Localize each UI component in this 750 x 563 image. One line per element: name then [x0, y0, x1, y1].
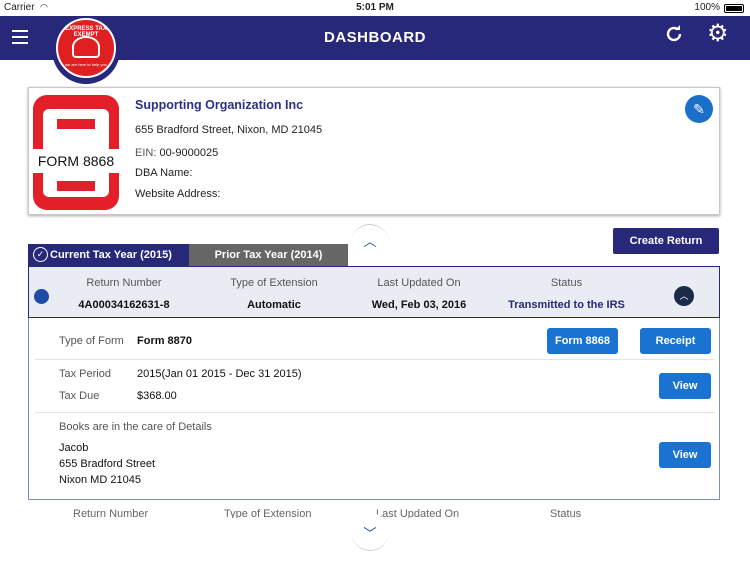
header-status: Status [550, 277, 583, 289]
organization-card: FORM 8868 Supporting Organization Inc 65… [28, 87, 720, 215]
books-street: 655 Bradford Street [59, 458, 156, 470]
form-document-icon: FORM 8868 [33, 95, 119, 210]
battery-percentage: 100% [694, 2, 720, 13]
organization-name: Supporting Organization Inc [135, 98, 304, 112]
check-circle-icon: ✓ [33, 247, 48, 262]
return-number: 4A00034162631-8 [78, 299, 170, 311]
status-badge: Transmitted to the IRS [508, 299, 625, 311]
type-of-form-label: Type of Form [59, 335, 124, 347]
header-last-updated: Last Updated On [377, 277, 461, 289]
tab-current-tax-year[interactable]: ✓ Current Tax Year (2015) [28, 244, 189, 266]
form-icon-label: FORM 8868 [33, 149, 119, 173]
gear-icon[interactable]: ⚙ [707, 22, 731, 46]
brand-logo: EXPRESS TAX EXEMPT we are here to help y… [52, 16, 120, 84]
ghost-header-return-number: Return Number [73, 508, 149, 518]
header-type-of-extension: Type of Extension [230, 277, 318, 289]
pencil-icon: ✎ [693, 101, 705, 117]
tax-period-value: 2015(Jan 01 2015 - Dec 31 2015) [137, 368, 302, 380]
receipt-button[interactable]: Receipt [640, 328, 711, 354]
view-tax-details-button[interactable]: View [659, 373, 711, 399]
tax-due-value: $368.00 [137, 390, 177, 402]
view-books-button[interactable]: View [659, 442, 711, 468]
chevron-up-icon[interactable]: ︿ [351, 224, 389, 262]
type-of-form-value: Form 8870 [137, 335, 193, 347]
tab-prior-tax-year[interactable]: Prior Tax Year (2014) [189, 244, 348, 266]
form-8868-button[interactable]: Form 8868 [547, 328, 618, 354]
tax-due-label: Tax Due [59, 390, 100, 402]
books-label: Books are in the care of Details [59, 421, 212, 433]
collapse-row-button[interactable]: ︿ [674, 286, 694, 306]
create-return-button[interactable]: Create Return [613, 228, 719, 254]
ghost-header-status: Status [550, 508, 582, 518]
chevron-up-icon: ︿ [679, 291, 689, 301]
last-updated-on: Wed, Feb 03, 2016 [371, 299, 467, 311]
books-name: Jacob [59, 442, 89, 454]
website-label: Website Address: [135, 188, 221, 200]
tab-prior-label: Prior Tax Year (2014) [214, 249, 323, 261]
refresh-icon[interactable] [664, 24, 684, 48]
header-return-number: Return Number [86, 277, 162, 289]
ein-label: EIN: [135, 147, 157, 159]
ein-row: EIN: 00-9000025 [135, 147, 218, 159]
tab-current-label: Current Tax Year (2015) [50, 249, 172, 261]
status-bar: Carrier ◠ 5:01 PM 100% [0, 0, 750, 16]
ghost-header-last-updated: Last Updated On [376, 508, 460, 518]
dba-label: DBA Name: [135, 167, 193, 179]
table-row[interactable]: Return Number Type of Extension Last Upd… [28, 266, 720, 318]
organization-address: 655 Bradford Street, Nixon, MD 21045 [135, 124, 323, 136]
menu-icon[interactable] [12, 30, 28, 44]
ghost-header-type-of-extension: Type of Extension [224, 508, 312, 518]
ein-value: 00-9000025 [159, 147, 219, 159]
tax-period-label: Tax Period [59, 368, 111, 380]
logo-figures-icon [72, 36, 100, 58]
battery-icon [724, 4, 744, 13]
type-of-extension: Automatic [247, 299, 301, 311]
logo-tagline: we are here to help you [65, 62, 107, 67]
edit-organization-button[interactable]: ✎ [685, 95, 713, 123]
return-details: Type of Form Form 8870 Form 8868 Receipt… [28, 318, 720, 500]
clock: 5:01 PM [356, 2, 394, 13]
books-city: Nixon MD 21045 [59, 474, 141, 486]
row-indicator-icon [34, 289, 49, 304]
chevron-down-icon[interactable]: ﹀ [351, 513, 389, 551]
